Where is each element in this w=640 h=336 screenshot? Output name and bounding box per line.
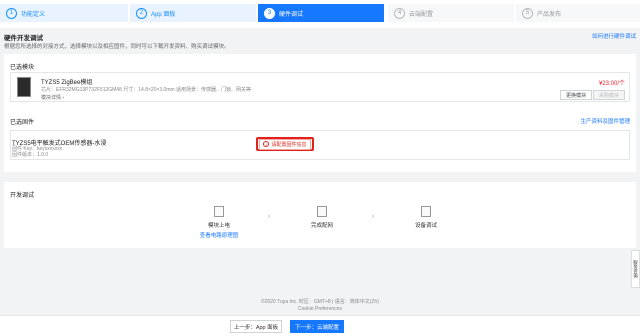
dev-step-power-on: 模块上电 查看电路原理图 (196, 206, 242, 239)
circuit-diagram-link[interactable]: 查看电路原理图 (200, 231, 239, 239)
dev-section-title: 开发调试 (10, 193, 35, 199)
step-progress-bar: 1 功能定义 2 App 面板 3 硬件调试 4 云端配置 5 产品发布 (0, 0, 640, 28)
chevron-right-icon: › (268, 213, 271, 220)
step-cloud-config[interactable]: 4 云端配置 (388, 4, 514, 22)
step-number: 4 (394, 7, 405, 19)
step-label: 功能定义 (21, 11, 46, 18)
step-number: 2 (136, 7, 147, 19)
footer-info: ©2020 Tuya Inc. 时区：GMT+8 | 语言：简体中文(Zh) (261, 299, 379, 305)
change-module-button[interactable]: 更换模块 (559, 90, 592, 100)
configure-firmware-label: 请配置固件信息 (271, 141, 307, 148)
buy-module-button[interactable]: 采购模块 (592, 90, 625, 100)
selected-module-box: TYZS5 ZigBee模组 芯片：EFR32MG13P732F512GM48 … (10, 72, 630, 102)
cookie-preferences-link[interactable]: Cookie Preferences (0, 306, 640, 312)
step-label: 硬件调试 (279, 11, 304, 18)
step-number: 5 (522, 7, 533, 19)
step-number: 3 (264, 7, 275, 19)
info-icon: ! (263, 141, 270, 147)
module-name: TYZS5 ZigBee模组 (41, 80, 93, 86)
prev-step-button[interactable]: 上一步：App 面板 (230, 320, 282, 333)
chevron-right-icon: › (372, 213, 375, 220)
step-product-release[interactable]: 5 产品发布 (516, 4, 640, 22)
device-debug-icon (421, 206, 431, 217)
step-label: 云端配置 (409, 11, 434, 18)
firmware-management-link[interactable]: 生产资料及固件管理 (580, 117, 630, 125)
step-number: 1 (6, 7, 17, 19)
page-description: 根据您所选择的对接方式，选择模块以及相应固件，同时可以下载开发资料、购买调试模块… (4, 44, 230, 50)
module-image (17, 77, 31, 97)
step-app-panel[interactable]: 2 App 面板 (130, 4, 256, 22)
step-label: App 面板 (151, 11, 176, 18)
firmware-section-title: 已选固件 (10, 120, 35, 126)
dev-step-device-debug: 设备调试 (408, 206, 444, 229)
module-power-icon (214, 206, 224, 217)
help-link[interactable]: 如何进行硬件调试 (592, 32, 636, 40)
dev-step-network: 完成配网 (304, 206, 340, 229)
side-tab-label: 服务咨询 (633, 260, 639, 278)
module-price: ¥23.00/个 (598, 81, 625, 87)
dev-step-label: 设备调试 (414, 223, 437, 229)
dev-step-label: 模块上电 (207, 223, 230, 229)
bottom-action-bar: 上一步：App 面板 下一步：云端配置 (0, 315, 640, 336)
module-spec: 芯片：EFR32MG13P732F512GM48 尺寸：14.8×20×3.0m… (41, 87, 252, 93)
configure-firmware-button[interactable]: ! 请配置固件信息 (256, 137, 314, 151)
step-label: 产品发布 (537, 11, 562, 18)
next-step-button[interactable]: 下一步：云端配置 (290, 320, 344, 333)
network-icon (317, 206, 327, 217)
step-hardware-debug[interactable]: 3 硬件调试 (258, 4, 384, 22)
firmware-version: 固件版本：1.0.0 (12, 152, 49, 158)
module-detail-link[interactable]: 模块详情 › (41, 94, 64, 101)
step-function-definition[interactable]: 1 功能定义 (0, 4, 128, 22)
page-title: 硬件开发调试 (4, 35, 43, 42)
service-consult-tab[interactable]: 服务咨询 (631, 250, 640, 288)
module-section-title: 已选模块 (10, 65, 35, 71)
dev-step-label: 完成配网 (310, 223, 333, 229)
